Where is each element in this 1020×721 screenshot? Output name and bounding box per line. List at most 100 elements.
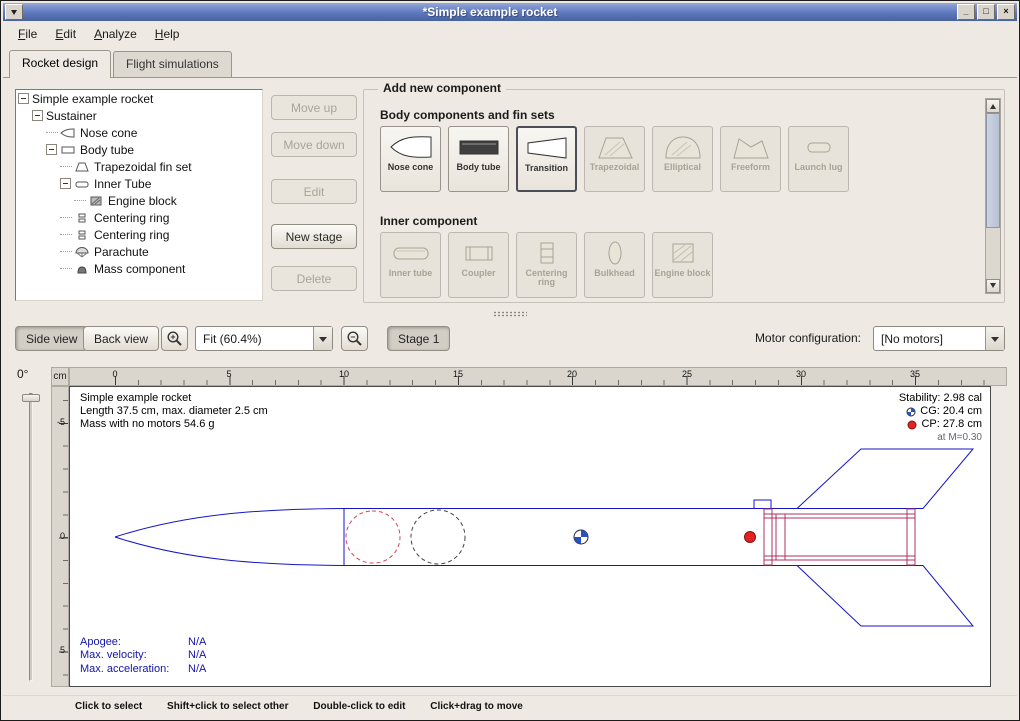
stage-1-toggle[interactable]: Stage 1 [387, 326, 450, 351]
close-button[interactable]: × [997, 4, 1015, 20]
centering-ring-icon [74, 229, 90, 241]
ruler-unit: cm [51, 367, 69, 386]
component-scrollbar[interactable] [985, 98, 1001, 294]
delete-button: Delete [271, 266, 357, 291]
component-tree[interactable]: Simple example rocket Sustainer Nose con… [15, 89, 263, 301]
tree-item-sustainer[interactable]: Sustainer [16, 107, 262, 124]
maximize-button[interactable]: □ [977, 4, 995, 20]
component-button-label: Inner tube [383, 269, 439, 278]
ruler-tick-label: -5 [57, 417, 65, 427]
trapezoidal-fin-icon [592, 133, 638, 161]
chevron-down-icon [991, 337, 999, 346]
engine-block-icon [660, 239, 706, 267]
tree-item-rocket[interactable]: Simple example rocket [16, 90, 262, 107]
hint-double-click: Double-click to edit [313, 701, 405, 712]
tree-item-fin-set[interactable]: Trapezoidal fin set [16, 158, 262, 175]
tree-item-centering-ring-2[interactable]: Centering ring [16, 226, 262, 243]
apogee-label: Apogee: [80, 636, 188, 650]
tree-item-label: Mass component [94, 262, 185, 276]
zoom-level-value: Fit (60.4%) [196, 327, 313, 350]
dropdown-arrow-button[interactable] [985, 327, 1004, 350]
tree-item-label: Inner Tube [94, 177, 151, 191]
tree-item-label: Nose cone [80, 126, 137, 140]
tree-item-body-tube[interactable]: Body tube [16, 141, 262, 158]
rocket-name: Simple example rocket [80, 392, 268, 405]
body-tube-icon [456, 133, 502, 161]
horizontal-ruler: 0 5 10 15 20 25 30 35 [69, 367, 1007, 386]
group-title: Add new component [378, 81, 506, 95]
new-stage-button[interactable]: New stage [271, 224, 357, 249]
inner-tube-icon [388, 239, 434, 267]
tab-flight-simulations[interactable]: Flight simulations [113, 51, 232, 77]
collapse-icon[interactable] [32, 110, 43, 121]
ruler-tick-label: 20 [567, 369, 577, 379]
rotation-value: 0° [17, 367, 28, 381]
panel-splitter[interactable] [3, 309, 1017, 319]
rocket-diagram[interactable] [70, 387, 990, 686]
back-view-button[interactable]: Back view [83, 326, 159, 351]
tab-rocket-design[interactable]: Rocket design [9, 50, 111, 78]
mass-component-icon [74, 263, 90, 275]
tree-item-inner-tube[interactable]: Inner Tube [16, 175, 262, 192]
component-button-label: Freeform [723, 163, 779, 172]
dropdown-arrow-button[interactable] [313, 327, 332, 350]
ruler-tick-label: 25 [682, 369, 692, 379]
add-transition-button[interactable]: Transition [516, 126, 577, 192]
zoom-out-button[interactable] [341, 326, 368, 351]
tree-item-centering-ring-1[interactable]: Centering ring [16, 209, 262, 226]
scroll-down-button[interactable] [986, 279, 1000, 293]
coupler-icon [456, 239, 502, 267]
cp-value: CP: 27.8 cm [921, 418, 982, 431]
rotation-slider-handle[interactable] [22, 394, 40, 402]
collapse-icon[interactable] [18, 93, 29, 104]
window-menu-icon [11, 10, 17, 18]
scroll-up-button[interactable] [986, 99, 1000, 113]
transition-icon [524, 134, 570, 162]
rotation-slider[interactable] [29, 393, 33, 681]
zoom-in-button[interactable] [161, 326, 188, 351]
zoom-out-icon [346, 330, 364, 348]
ruler-tick-label: 10 [339, 369, 349, 379]
cg-value: CG: 20.4 cm [920, 405, 982, 418]
tree-item-parachute[interactable]: Parachute [16, 243, 262, 260]
add-nose-cone-button[interactable]: Nose cone [380, 126, 441, 192]
tree-item-label: Trapezoidal fin set [94, 160, 192, 174]
move-up-button: Move up [271, 95, 357, 120]
rocket-mass: Mass with no motors 54.6 g [80, 418, 268, 431]
ruler-tick-label: 35 [910, 369, 920, 379]
window-menu-button[interactable] [5, 4, 23, 20]
zoom-level-select[interactable]: Fit (60.4%) [195, 326, 333, 351]
design-canvas[interactable]: Simple example rocket Length 37.5 cm, ma… [69, 386, 991, 687]
side-view-button[interactable]: Side view [15, 326, 88, 351]
minimize-button[interactable]: _ [957, 4, 975, 20]
tree-actions: Move up Move down Edit New stage Delete [271, 95, 357, 291]
add-coupler-button: Coupler [448, 232, 509, 298]
hint-click-drag: Click+drag to move [430, 701, 523, 712]
component-button-label: Elliptical [655, 163, 711, 172]
status-bar: Click to select Shift+click to select ot… [3, 695, 1017, 719]
add-body-tube-button[interactable]: Body tube [448, 126, 509, 192]
scrollbar-thumb[interactable] [986, 113, 1000, 228]
tab-bar: Rocket design Flight simulations [3, 47, 1017, 78]
body-components-label: Body components and fin sets [380, 108, 555, 122]
motor-configuration-select[interactable]: [No motors] [873, 326, 1005, 351]
tree-item-mass-component[interactable]: Mass component [16, 260, 262, 277]
tree-item-nose-cone[interactable]: Nose cone [16, 124, 262, 141]
app-window: *Simple example rocket _ □ × File Edit A… [0, 0, 1020, 721]
component-button-label: Body tube [451, 163, 507, 172]
tree-item-label: Simple example rocket [32, 92, 153, 106]
inner-components-row: Inner tube Coupler Centering ring Bulkhe… [380, 232, 713, 298]
tree-item-engine-block[interactable]: Engine block [16, 192, 262, 209]
menu-analyze[interactable]: Analyze [85, 24, 146, 44]
inner-component-label: Inner component [380, 214, 477, 228]
collapse-icon[interactable] [60, 178, 71, 189]
edit-button: Edit [271, 179, 357, 204]
ruler-tick-label: 0 [112, 369, 117, 379]
menu-edit[interactable]: Edit [46, 24, 85, 44]
component-button-label: Transition [519, 164, 575, 173]
menu-help[interactable]: Help [146, 24, 189, 44]
collapse-icon[interactable] [46, 144, 57, 155]
menu-file[interactable]: File [9, 24, 46, 44]
launch-lug-icon [796, 133, 842, 161]
tree-item-label: Body tube [80, 143, 134, 157]
